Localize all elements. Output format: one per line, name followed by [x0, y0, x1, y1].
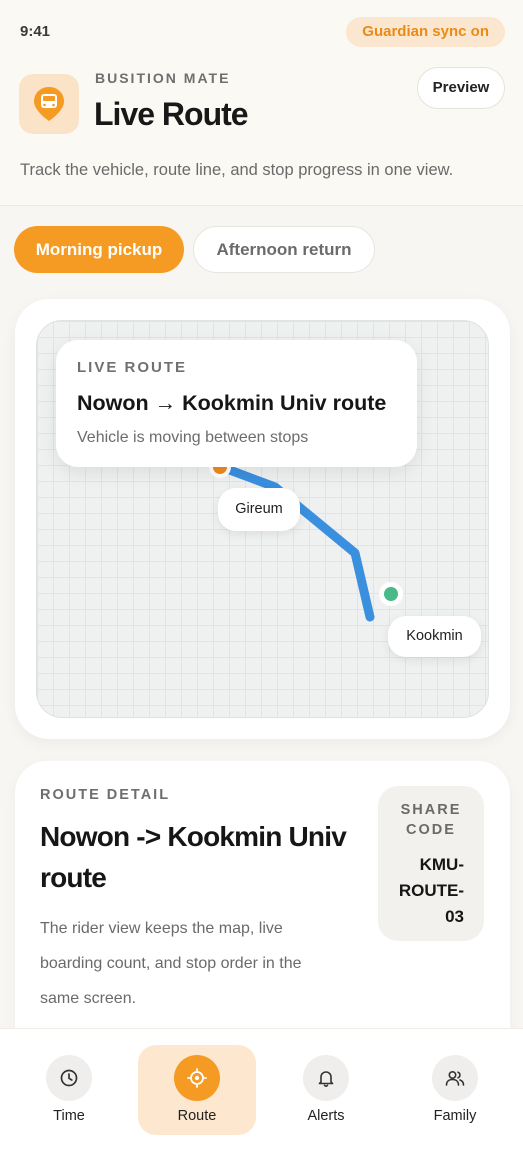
route-detail-eyebrow: ROUTE DETAIL: [40, 787, 171, 803]
stop-label-kookmin[interactable]: Kookmin: [388, 616, 481, 657]
clock-icon: [46, 1055, 92, 1101]
nav-item-alerts[interactable]: Alerts: [267, 1045, 385, 1135]
brand-name: BUSITION MATE: [95, 70, 231, 86]
nav-item-family[interactable]: Family: [396, 1045, 514, 1135]
guardian-sync-badge: Guardian sync on: [346, 17, 505, 47]
page-title: Live Route: [94, 96, 249, 132]
tab-morning-pickup[interactable]: Morning pickup: [14, 226, 184, 273]
preview-button[interactable]: Preview: [417, 67, 505, 109]
route-detail-card: ROUTE DETAIL Nowon -> Kookmin Univ route…: [15, 761, 510, 1061]
live-route-title: Nowon → Kookmin Univ route: [77, 391, 387, 415]
nav-label-alerts: Alerts: [307, 1108, 345, 1124]
live-route-status: Vehicle is moving between stops: [77, 429, 309, 446]
bus-pin-icon: [34, 87, 64, 121]
stop-label-gireum[interactable]: Gireum: [218, 488, 300, 531]
bell-icon: [303, 1055, 349, 1101]
bottom-nav: Time Route Alerts Family: [0, 1028, 523, 1149]
nav-item-time[interactable]: Time: [10, 1045, 128, 1135]
tab-afternoon-return[interactable]: Afternoon return: [193, 226, 375, 273]
app-header: 9:41 Guardian sync on BUSITION MATE Live…: [0, 0, 523, 206]
live-route-card: LIVE ROUTE Nowon → Kookmin Univ route Ve…: [56, 340, 417, 467]
share-code-value: KMU-ROUTE-03: [398, 855, 464, 926]
share-code-label: SHARE CODE: [400, 802, 462, 838]
route-detail-description: The rider view keeps the map, live board…: [40, 920, 302, 1007]
people-icon: [432, 1055, 478, 1101]
nav-label-route: Route: [177, 1108, 217, 1124]
route-detail-title: Nowon -> Kookmin Univ route: [40, 821, 347, 893]
app-logo: [19, 74, 79, 134]
nav-label-time: Time: [53, 1108, 85, 1124]
share-code-box[interactable]: SHARE CODE KMU-ROUTE-03: [378, 786, 484, 941]
nav-item-route[interactable]: Route: [138, 1045, 256, 1135]
live-route-eyebrow: LIVE ROUTE: [77, 359, 188, 376]
status-time: 9:41: [20, 23, 51, 40]
nav-label-family: Family: [433, 1108, 477, 1124]
page-subtitle: Track the vehicle, route line, and stop …: [20, 161, 454, 179]
target-icon: [174, 1055, 220, 1101]
destination-stop-marker[interactable]: [384, 587, 398, 601]
